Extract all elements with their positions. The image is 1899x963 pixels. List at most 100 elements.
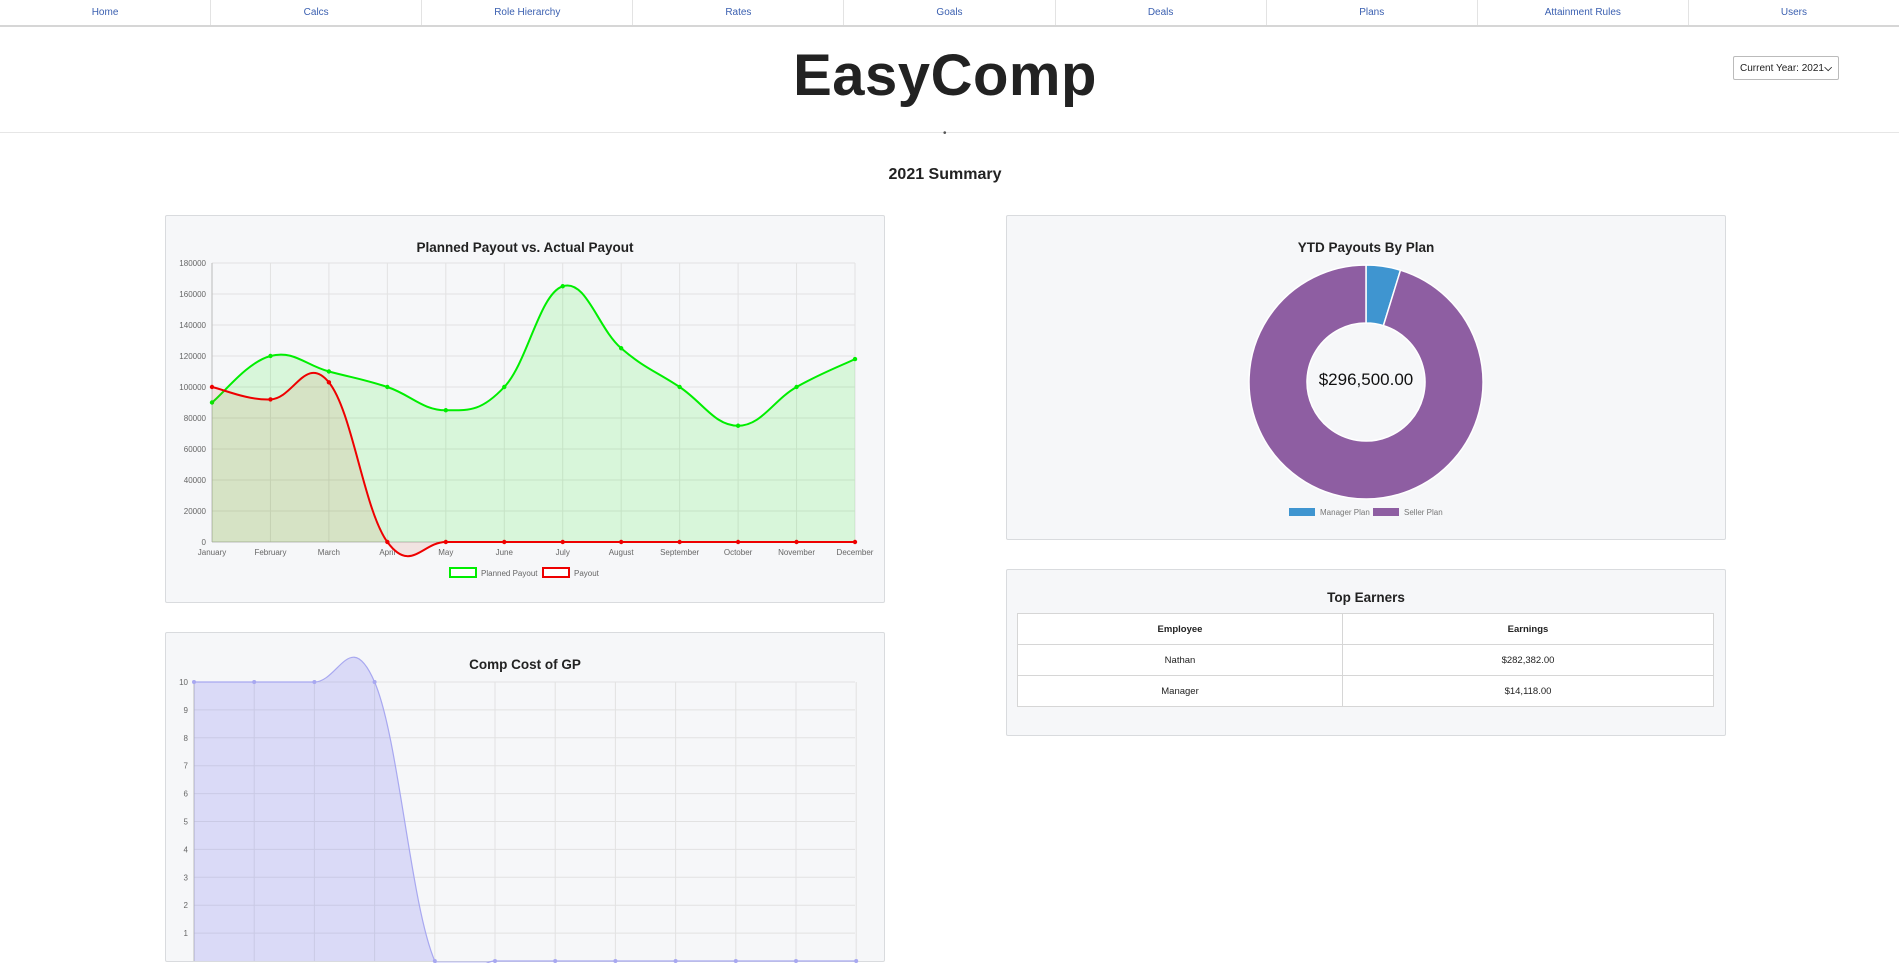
y-tick-label: 5 [184,818,189,827]
app-title: EasyComp [793,43,1097,108]
y-tick-label: 2 [184,901,189,910]
data-point [326,369,332,374]
nav-role-hierarchy[interactable]: Role Hierarchy [422,0,634,25]
x-tick-label: December [837,548,874,557]
data-point [735,423,741,428]
comp-cost-panel: Comp Cost of GP 1 2 3 4 5 6 7 8 9 10 [165,632,885,963]
top-earners-panel: Top Earners Employee Earnings Nathan $28… [1006,569,1726,736]
employee-earnings: $14,118.00 [1342,675,1714,707]
nav-rates[interactable]: Rates [633,0,845,25]
data-point [852,356,858,362]
x-tick-label: July [556,548,570,557]
y-tick-label: 160000 [179,290,206,299]
nav-plans[interactable]: Plans [1267,0,1478,25]
data-point [854,959,859,963]
nav-home[interactable]: Home [0,0,212,25]
legend-swatch [1373,508,1399,516]
data-point [733,959,738,963]
nav-goals[interactable]: Goals [844,0,1056,25]
data-point [268,353,273,359]
plan-donut-panel: YTD Payouts By Plan Manager Plan Seller P… [1006,215,1726,540]
x-tick-label: May [438,548,453,557]
y-tick-label: 4 [184,845,189,854]
data-point [493,959,497,963]
x-tick-label: October [724,548,753,557]
chevron-down-icon: ⌵ [1824,62,1832,74]
data-point [673,959,678,963]
y-tick-label: 140000 [179,321,206,330]
y-tick-label: 20000 [184,507,207,516]
x-tick-label: June [496,548,514,557]
top-nav: Home Calcs Role Hierarchy Rates Goals De… [0,0,1899,27]
divider-mark: • [943,128,947,139]
data-point [385,539,390,545]
top-earners-title: Top Earners [1327,590,1405,605]
data-point [618,346,624,351]
data-point [794,959,798,963]
data-point [209,384,215,390]
data-point [677,539,682,545]
y-tick-label: 60000 [184,445,207,454]
x-tick-label: March [318,548,340,557]
legend-label: Manager Plan [1320,508,1370,517]
data-point [794,384,799,390]
year-select[interactable]: Current Year: 2021 ⌵ [1733,56,1839,80]
data-point [794,539,799,545]
legend-swatch [542,567,570,578]
comp-cost-chart: 1 2 3 4 5 6 7 8 9 10 [179,656,859,963]
data-point [252,680,257,684]
data-point [443,539,449,545]
data-point [192,680,196,684]
nav-attainment-rules[interactable]: Attainment Rules [1478,0,1689,25]
y-tick-label: 6 [184,790,189,799]
y-tick-label: 8 [184,734,189,743]
data-point [312,680,317,684]
legend-label: Planned Payout [481,569,538,578]
legend-label: Payout [574,569,600,578]
summary-title: 2021 Summary [888,166,1002,183]
data-point [432,959,437,963]
data-point [443,408,449,413]
x-tick-label: November [778,548,815,557]
top-earners-table: Employee Earnings Nathan $282,382.00 Man… [1017,613,1714,707]
data-point [385,384,390,390]
legend-swatch [1289,508,1315,516]
data-point [618,539,624,545]
data-point [502,539,507,545]
y-tick-label: 3 [184,873,189,882]
data-point [268,397,273,402]
y-tick-label: 1 [184,929,189,938]
data-point [677,384,682,390]
x-tick-label: January [198,548,226,557]
nav-calcs[interactable]: Calcs [211,0,423,25]
comp-cost-area [194,657,857,963]
y-tick-label: 7 [184,762,189,771]
data-point [613,959,618,963]
data-point [560,284,565,289]
y-tick-label: 80000 [184,414,207,423]
x-tick-label: August [609,548,635,557]
x-tick-label: September [660,548,699,557]
y-tick-label: 10 [179,678,188,687]
y-tick-label: 40000 [184,476,207,485]
column-header-earnings: Earnings [1342,613,1714,645]
year-select-value: Current Year: 2021 [1740,62,1824,74]
data-point [735,539,741,545]
data-point [560,539,565,545]
data-point [372,680,377,684]
data-point [326,380,332,385]
nav-users[interactable]: Users [1689,0,1899,25]
employee-earnings: $282,382.00 [1342,644,1714,676]
nav-deals[interactable]: Deals [1056,0,1267,25]
x-tick-label: February [254,548,286,557]
data-point [553,959,558,963]
table-header-row: Employee Earnings [1017,613,1714,645]
data-point [852,539,858,545]
payout-chart-panel: Planned Payout vs. Actual Payout 0 20000 4… [165,215,885,603]
y-tick-label: 120000 [179,352,206,361]
legend-swatch [449,567,477,578]
column-header-employee: Employee [1017,613,1343,645]
y-tick-label: 9 [184,706,189,715]
data-point [502,384,507,390]
employee-name: Nathan [1017,644,1343,676]
